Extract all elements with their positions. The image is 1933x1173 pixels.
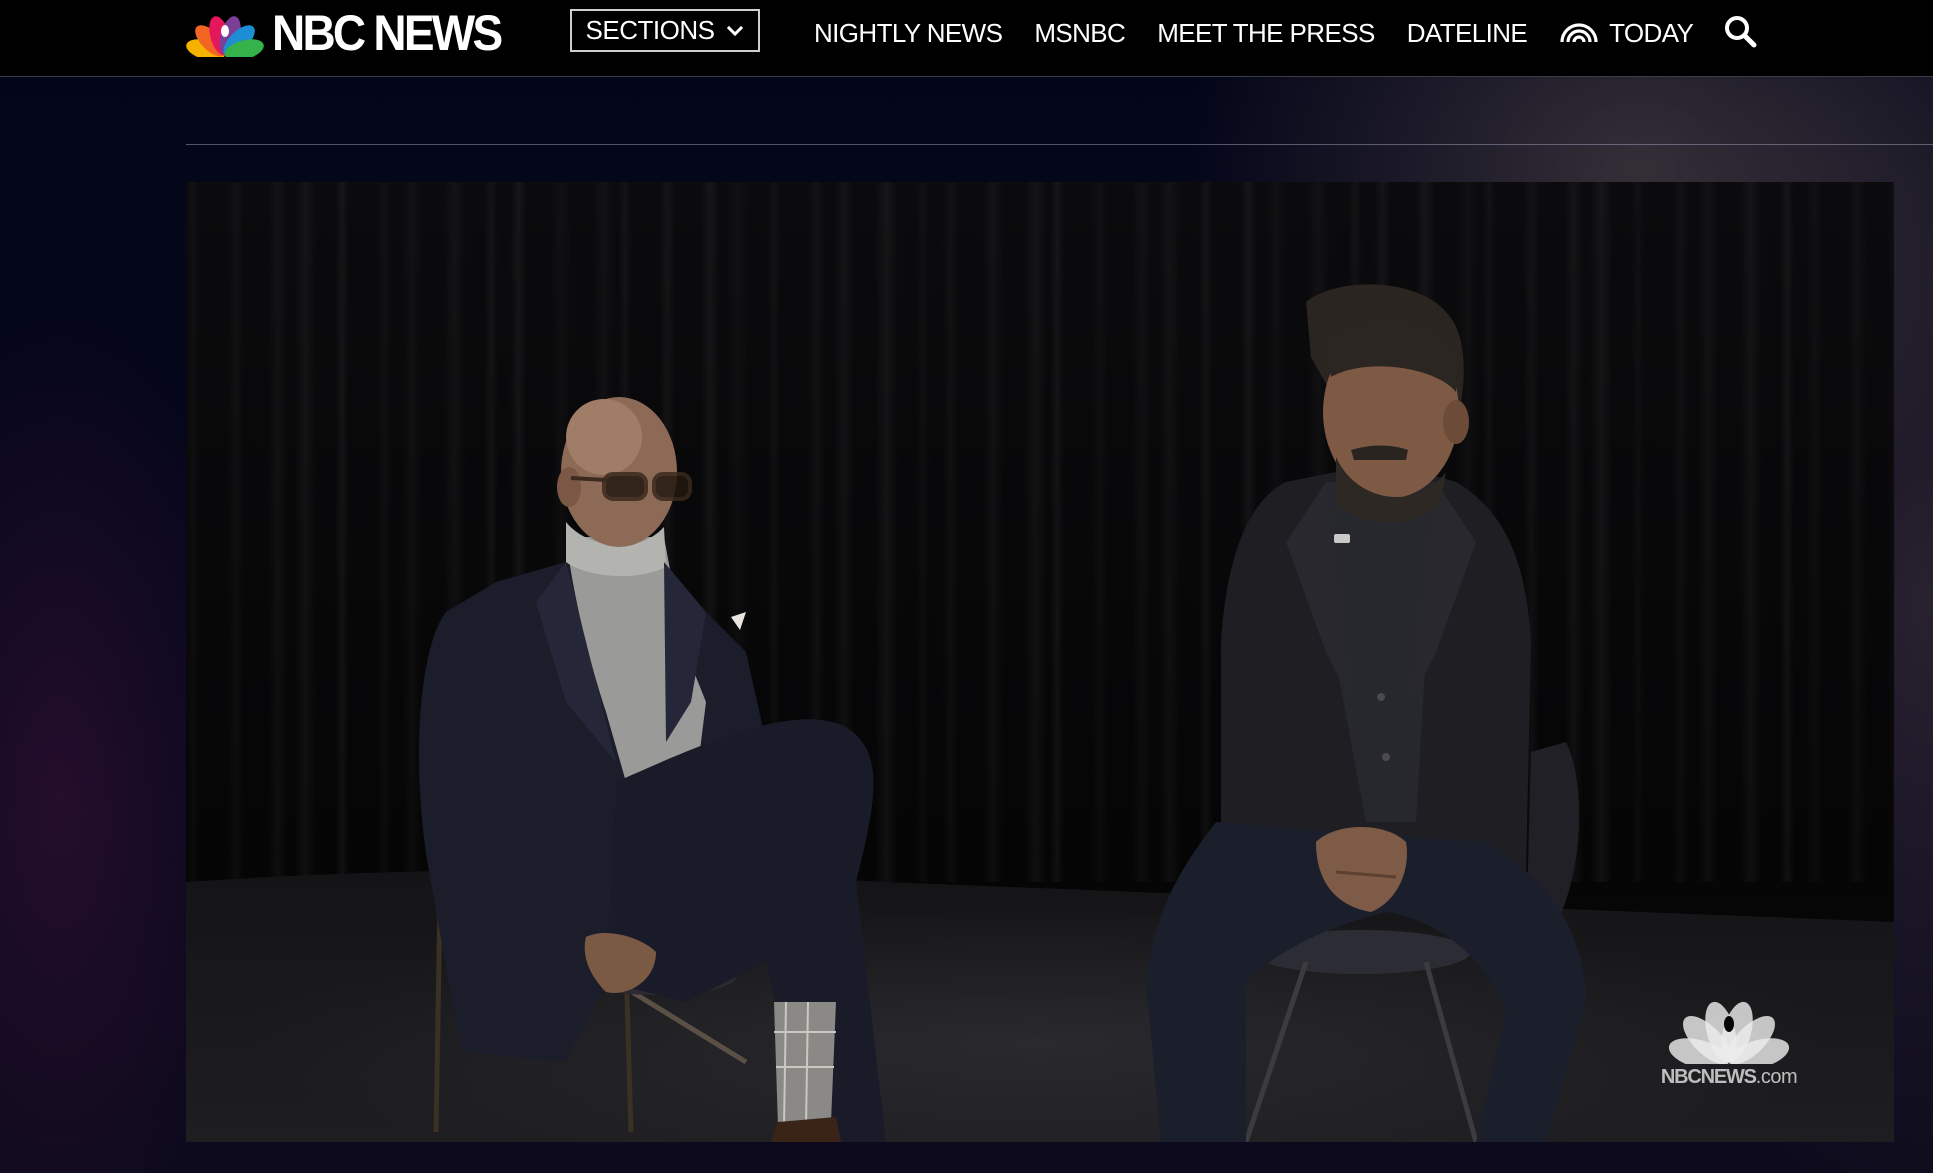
primary-nav-links: NIGHTLY NEWS MSNBC MEET THE PRESS DATELI… [814,14,1694,52]
nav-link-dateline[interactable]: DATELINE [1407,18,1528,49]
today-link-label: TODAY [1609,17,1694,48]
nbc-news-logo[interactable]: NBC NEWS [186,8,520,58]
nav-link-today[interactable]: TODAY [1559,17,1694,49]
nbc-peacock-icon [186,16,264,57]
top-navigation-bar: NBC NEWS SECTIONS NIGHTLY NEWS MSNBC MEE… [0,0,1933,77]
nbc-peacock-watermark-icon [1668,1001,1790,1064]
header-divider [186,144,1933,145]
nav-link-meet-the-press[interactable]: MEET THE PRESS [1157,18,1375,49]
nav-link-msnbc[interactable]: MSNBC [1034,18,1126,49]
watermark-suffix: .com [1755,1066,1798,1088]
logo-wordmark: NBC NEWS [272,5,503,61]
watermark-brand: NBCNEWS [1660,1066,1757,1088]
search-icon[interactable] [1723,14,1757,48]
video-frame-interview-scene [186,182,1894,1142]
nbc-news-watermark: NBCNEWS.com [1654,990,1804,1089]
watermark-text: NBCNEWS.com [1654,1066,1804,1089]
sections-button-label: SECTIONS [585,15,715,45]
today-sunrise-icon [1560,23,1598,43]
chevron-down-icon [727,25,744,36]
nav-link-nightly-news[interactable]: NIGHTLY NEWS [814,18,1003,49]
sections-menu-button[interactable]: SECTIONS [570,9,760,52]
video-player[interactable]: NBCNEWS.com [186,182,1894,1142]
